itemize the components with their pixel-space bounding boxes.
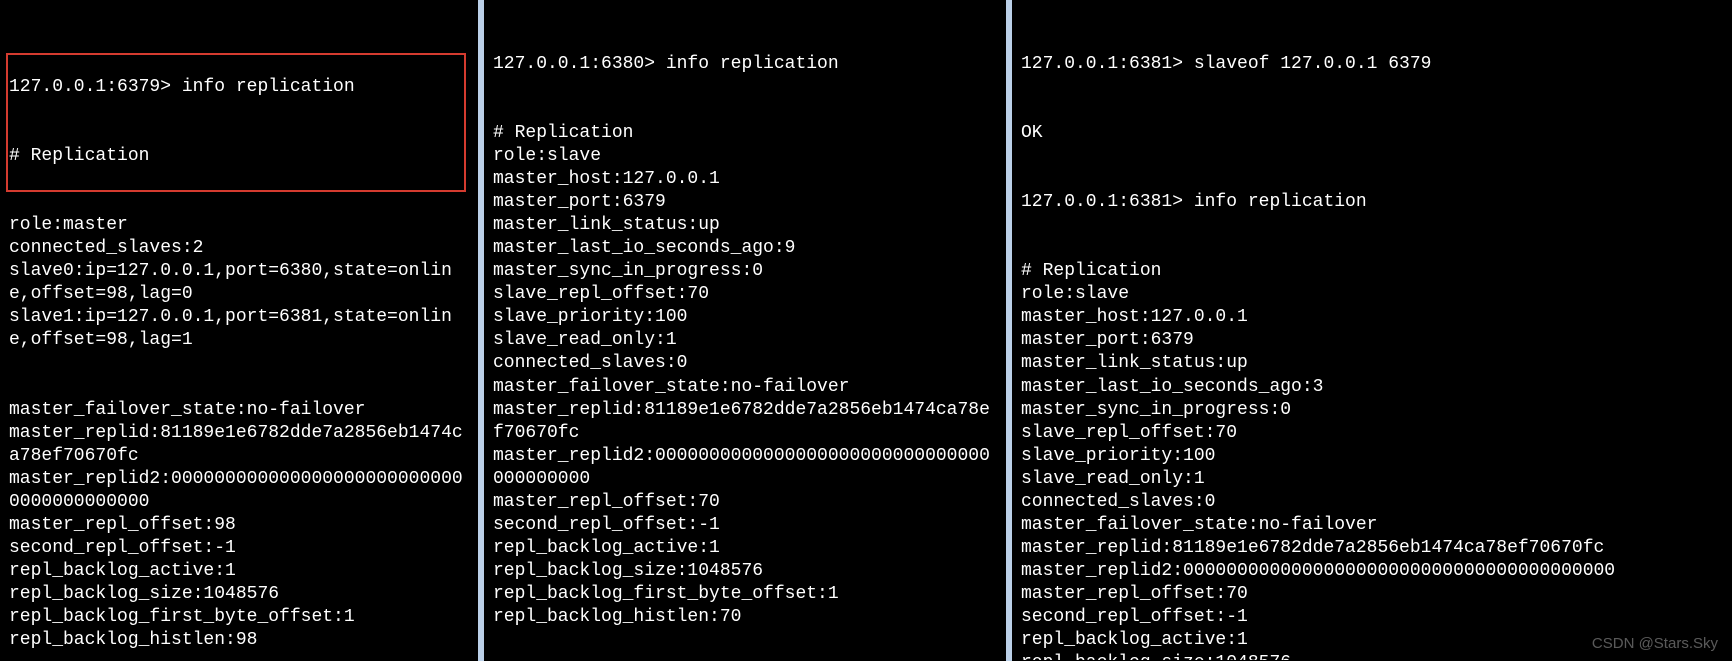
replication-block-boxed: role:master connected_slaves:2 slave0:ip… xyxy=(9,214,469,352)
command-text: info replication xyxy=(666,54,839,74)
terminal-pane-6379[interactable]: 127.0.0.1:6379> info replication # Repli… xyxy=(0,0,478,661)
ok-response: OK xyxy=(1021,122,1723,145)
prompt: 127.0.0.1:6381> xyxy=(1021,192,1194,212)
cmd-line: 127.0.0.1:6381> info replication xyxy=(1021,191,1723,214)
section-header: # Replication xyxy=(9,145,469,168)
prompt: 127.0.0.1:6380> xyxy=(493,54,666,74)
command-text: info replication xyxy=(1194,192,1367,212)
highlight-box xyxy=(6,53,466,192)
prompt: 127.0.0.1:6381> xyxy=(1021,54,1194,74)
cmd-line: 127.0.0.1:6379> info replication xyxy=(9,76,469,99)
replication-output: # Replication role:slave master_host:127… xyxy=(493,122,997,629)
cmd-line: 127.0.0.1:6381> slaveof 127.0.0.1 6379 xyxy=(1021,53,1723,76)
replication-block-rest: master_failover_state:no-failover master… xyxy=(9,399,469,652)
replication-output: # Replication role:slave master_host:127… xyxy=(1021,260,1723,661)
command-text: info replication xyxy=(182,77,355,97)
terminal-pane-6380[interactable]: 127.0.0.1:6380> info replication # Repli… xyxy=(484,0,1006,661)
cmd-line: 127.0.0.1:6380> info replication xyxy=(493,53,997,76)
terminal-pane-6381[interactable]: 127.0.0.1:6381> slaveof 127.0.0.1 6379 O… xyxy=(1012,0,1732,661)
command-text: slaveof 127.0.0.1 6379 xyxy=(1194,54,1432,74)
terminal-row: 127.0.0.1:6379> info replication # Repli… xyxy=(0,0,1732,661)
prompt: 127.0.0.1:6379> xyxy=(9,77,182,97)
